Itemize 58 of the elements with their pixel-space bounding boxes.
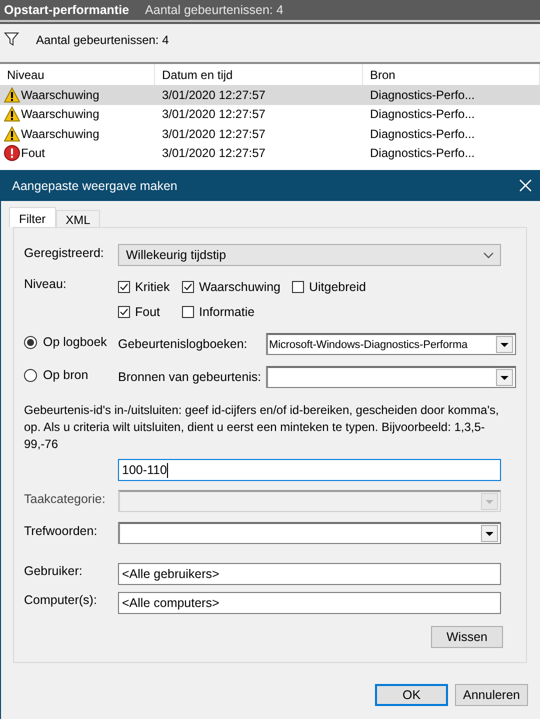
warning-icon — [4, 86, 20, 103]
error-icon — [4, 145, 20, 162]
chevron-down-icon — [483, 252, 494, 258]
scope-radio[interactable]: Op bron — [24, 368, 118, 382]
log-title: Opstart-performantie — [4, 3, 130, 17]
dialog-button[interactable]: Annuleren — [455, 684, 528, 706]
field-label: Gebruiker: — [24, 564, 84, 578]
date-cell-text: 3/01/2020 12:27:57 — [161, 107, 266, 122]
date-cell-text: 3/01/2020 12:27:57 — [161, 126, 266, 141]
dialog-title: Aangepaste weergave maken — [12, 178, 178, 192]
tab[interactable]: Filter — [9, 207, 56, 227]
dialog-button[interactable]: OK — [375, 684, 448, 706]
field-label: Trefwoorden: — [24, 524, 98, 538]
keyword-dropdown[interactable] — [118, 522, 501, 544]
warning-icon — [4, 126, 20, 142]
level-checkbox[interactable]: Kritiek — [118, 280, 182, 294]
check-icon — [183, 282, 193, 292]
text-field[interactable]: <Alle gebruikers> — [118, 563, 501, 585]
event-row[interactable]: Fout 3/01/2020 12:27:57 Diagnostics-Perfo... — [0, 144, 540, 163]
event-id-instructions: Gebeurtenis-id's in-/uitsluiten: geef id-cijfers en/of id-bereiken, gescheiden door komma's, op. Als u criteria wilt uitsluiten, dient u eerst een minteken te typen. Bijvoorbeeld: 1,3,5-99,-76 — [24, 402, 500, 453]
source-cell-text: Diagnostics-Perfo... — [369, 107, 476, 122]
tab[interactable]: XML — [56, 210, 100, 227]
level-checkbox[interactable]: Fout — [118, 305, 182, 319]
level-checkbox[interactable]: Uitgebreid — [292, 280, 366, 294]
field-label: Geregistreerd: — [24, 246, 105, 260]
event-row[interactable]: Waarschuwing 3/01/2020 12:27:57 Diagnostics-Perfo... — [0, 85, 540, 104]
log-dropdown[interactable]: Microsoft-Windows-Diagnostics-Performa — [266, 333, 516, 355]
logged-dropdown[interactable]: Willekeurig tijdstip — [118, 244, 501, 266]
check-icon — [119, 282, 129, 292]
event-row[interactable]: Waarschuwing 3/01/2020 12:27:57 Diagnostics-Perfo... — [0, 104, 540, 124]
field-label: Bronnen van gebeurtenis: — [118, 370, 262, 384]
level-checkbox[interactable]: Informatie — [182, 305, 292, 319]
event-id-field[interactable]: 100-110 — [118, 459, 501, 481]
field-label: Niveau: — [24, 277, 68, 291]
level-text: Fout — [21, 146, 46, 160]
event-row[interactable]: Waarschuwing 3/01/2020 12:27:57 Diagnostics-Perfo... — [0, 124, 540, 144]
clear-button[interactable]: Wissen — [431, 626, 503, 648]
field-label: Gebeurtenislogboeken: — [118, 337, 248, 351]
field-label: Taakcategorie: — [24, 492, 106, 506]
source-cell-text: Diagnostics-Perfo... — [369, 126, 476, 141]
date-cell-text: 3/01/2020 12:27:57 — [161, 146, 266, 160]
text-field[interactable]: <Alle computers> — [118, 592, 501, 614]
level-text: Waarschuwing — [21, 126, 100, 141]
source-cell-text: Diagnostics-Perfo... — [369, 146, 476, 160]
filter-summary: Aantal gebeurtenissen: 4 — [36, 33, 169, 47]
event-count: Aantal gebeurtenissen: 4 — [145, 3, 284, 17]
check-icon — [119, 307, 129, 317]
level-text: Waarschuwing — [21, 107, 100, 122]
log-dropdown[interactable] — [266, 366, 516, 388]
field-label: Computer(s): — [24, 593, 98, 607]
level-checkbox[interactable]: Waarschuwing — [182, 280, 292, 294]
level-text: Waarschuwing — [21, 88, 100, 102]
filter-icon — [4, 32, 19, 46]
source-cell-text: Diagnostics-Perfo... — [369, 88, 476, 102]
warning-icon — [4, 106, 20, 122]
close-icon[interactable] — [519, 179, 532, 192]
date-cell-text: 3/01/2020 12:27:57 — [161, 88, 266, 102]
scope-radio[interactable]: Op logboek — [24, 335, 118, 349]
